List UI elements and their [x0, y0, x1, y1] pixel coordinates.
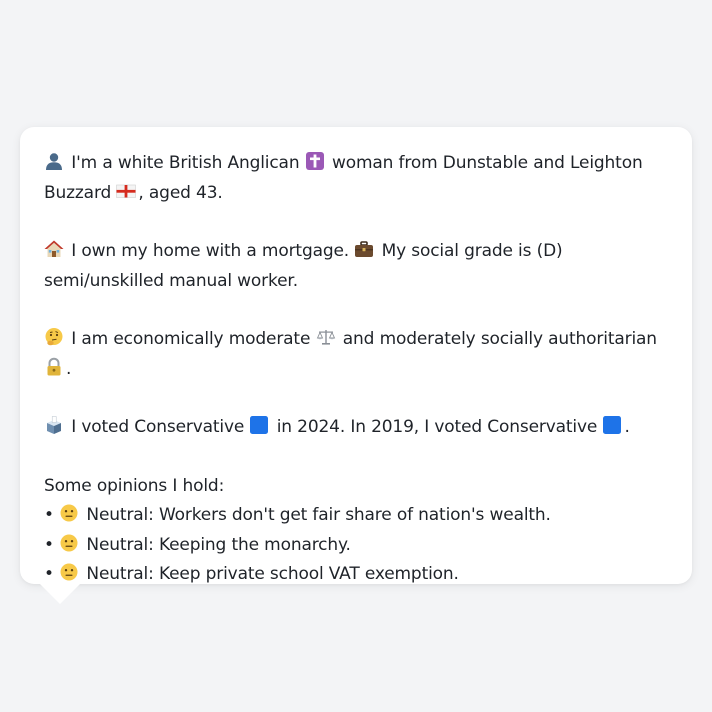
- social-text: and moderately socially authoritarian: [342, 329, 657, 349]
- person-silhouette-icon: [44, 151, 64, 171]
- vote-2019-text: in 2024. In 2019, I voted Conservative: [276, 417, 598, 437]
- opinion-text: Neutral: Keeping the monarchy.: [86, 534, 351, 555]
- bullet-marker: •: [44, 505, 54, 525]
- bullet-marker: •: [44, 564, 54, 584]
- ballot-box-icon: [44, 415, 64, 435]
- vote-2024-text: I voted Conservative: [71, 417, 245, 437]
- voting-text-end: .: [624, 417, 630, 437]
- housing-line: I own my home with a mortgage. My social…: [44, 237, 668, 296]
- opinions-heading: Some opinions I hold:: [44, 475, 225, 496]
- list-item: • Neutral: Keeping the monarchy.: [44, 531, 668, 561]
- england-flag-icon: [116, 181, 137, 201]
- ideology-text-end: .: [66, 358, 72, 379]
- opinion-text: Neutral: Workers don't get fair share of…: [86, 505, 551, 525]
- neutral-face-icon: [59, 533, 79, 553]
- list-item: • Neutral: Keep private school VAT exemp…: [44, 560, 668, 590]
- housing-text: I own my home with a mortgage.: [71, 241, 350, 261]
- bubble-tail: [38, 582, 82, 604]
- neutral-face-icon: [59, 503, 79, 523]
- identity-text-a: I'm a white British Anglican: [71, 153, 300, 173]
- padlock-icon: [44, 357, 64, 377]
- latin-cross-icon: [305, 151, 325, 171]
- economic-text: I am economically moderate: [71, 329, 311, 349]
- list-item: • Neutral: Workers don't get fair share …: [44, 501, 668, 531]
- house-icon: [44, 239, 64, 259]
- persona-message-bubble: I'm a white British Anglican woman from …: [20, 127, 692, 584]
- voting-line: I voted Conservative in 2024. In 2019, I…: [44, 413, 668, 443]
- neutral-face-icon: [59, 562, 79, 582]
- bullet-marker: •: [44, 534, 54, 555]
- thinking-face-icon: [44, 327, 64, 347]
- identity-line: I'm a white British Anglican woman from …: [44, 149, 668, 208]
- opinion-text: Neutral: Keep private school VAT exempti…: [86, 564, 459, 584]
- balance-scale-icon: [316, 327, 336, 347]
- briefcase-icon: [354, 239, 374, 259]
- ideology-line: I am economically moderate and moderatel…: [44, 325, 668, 384]
- blue-square-icon: [249, 415, 269, 435]
- identity-text-c: , aged 43.: [138, 182, 223, 203]
- blue-square-icon: [602, 415, 622, 435]
